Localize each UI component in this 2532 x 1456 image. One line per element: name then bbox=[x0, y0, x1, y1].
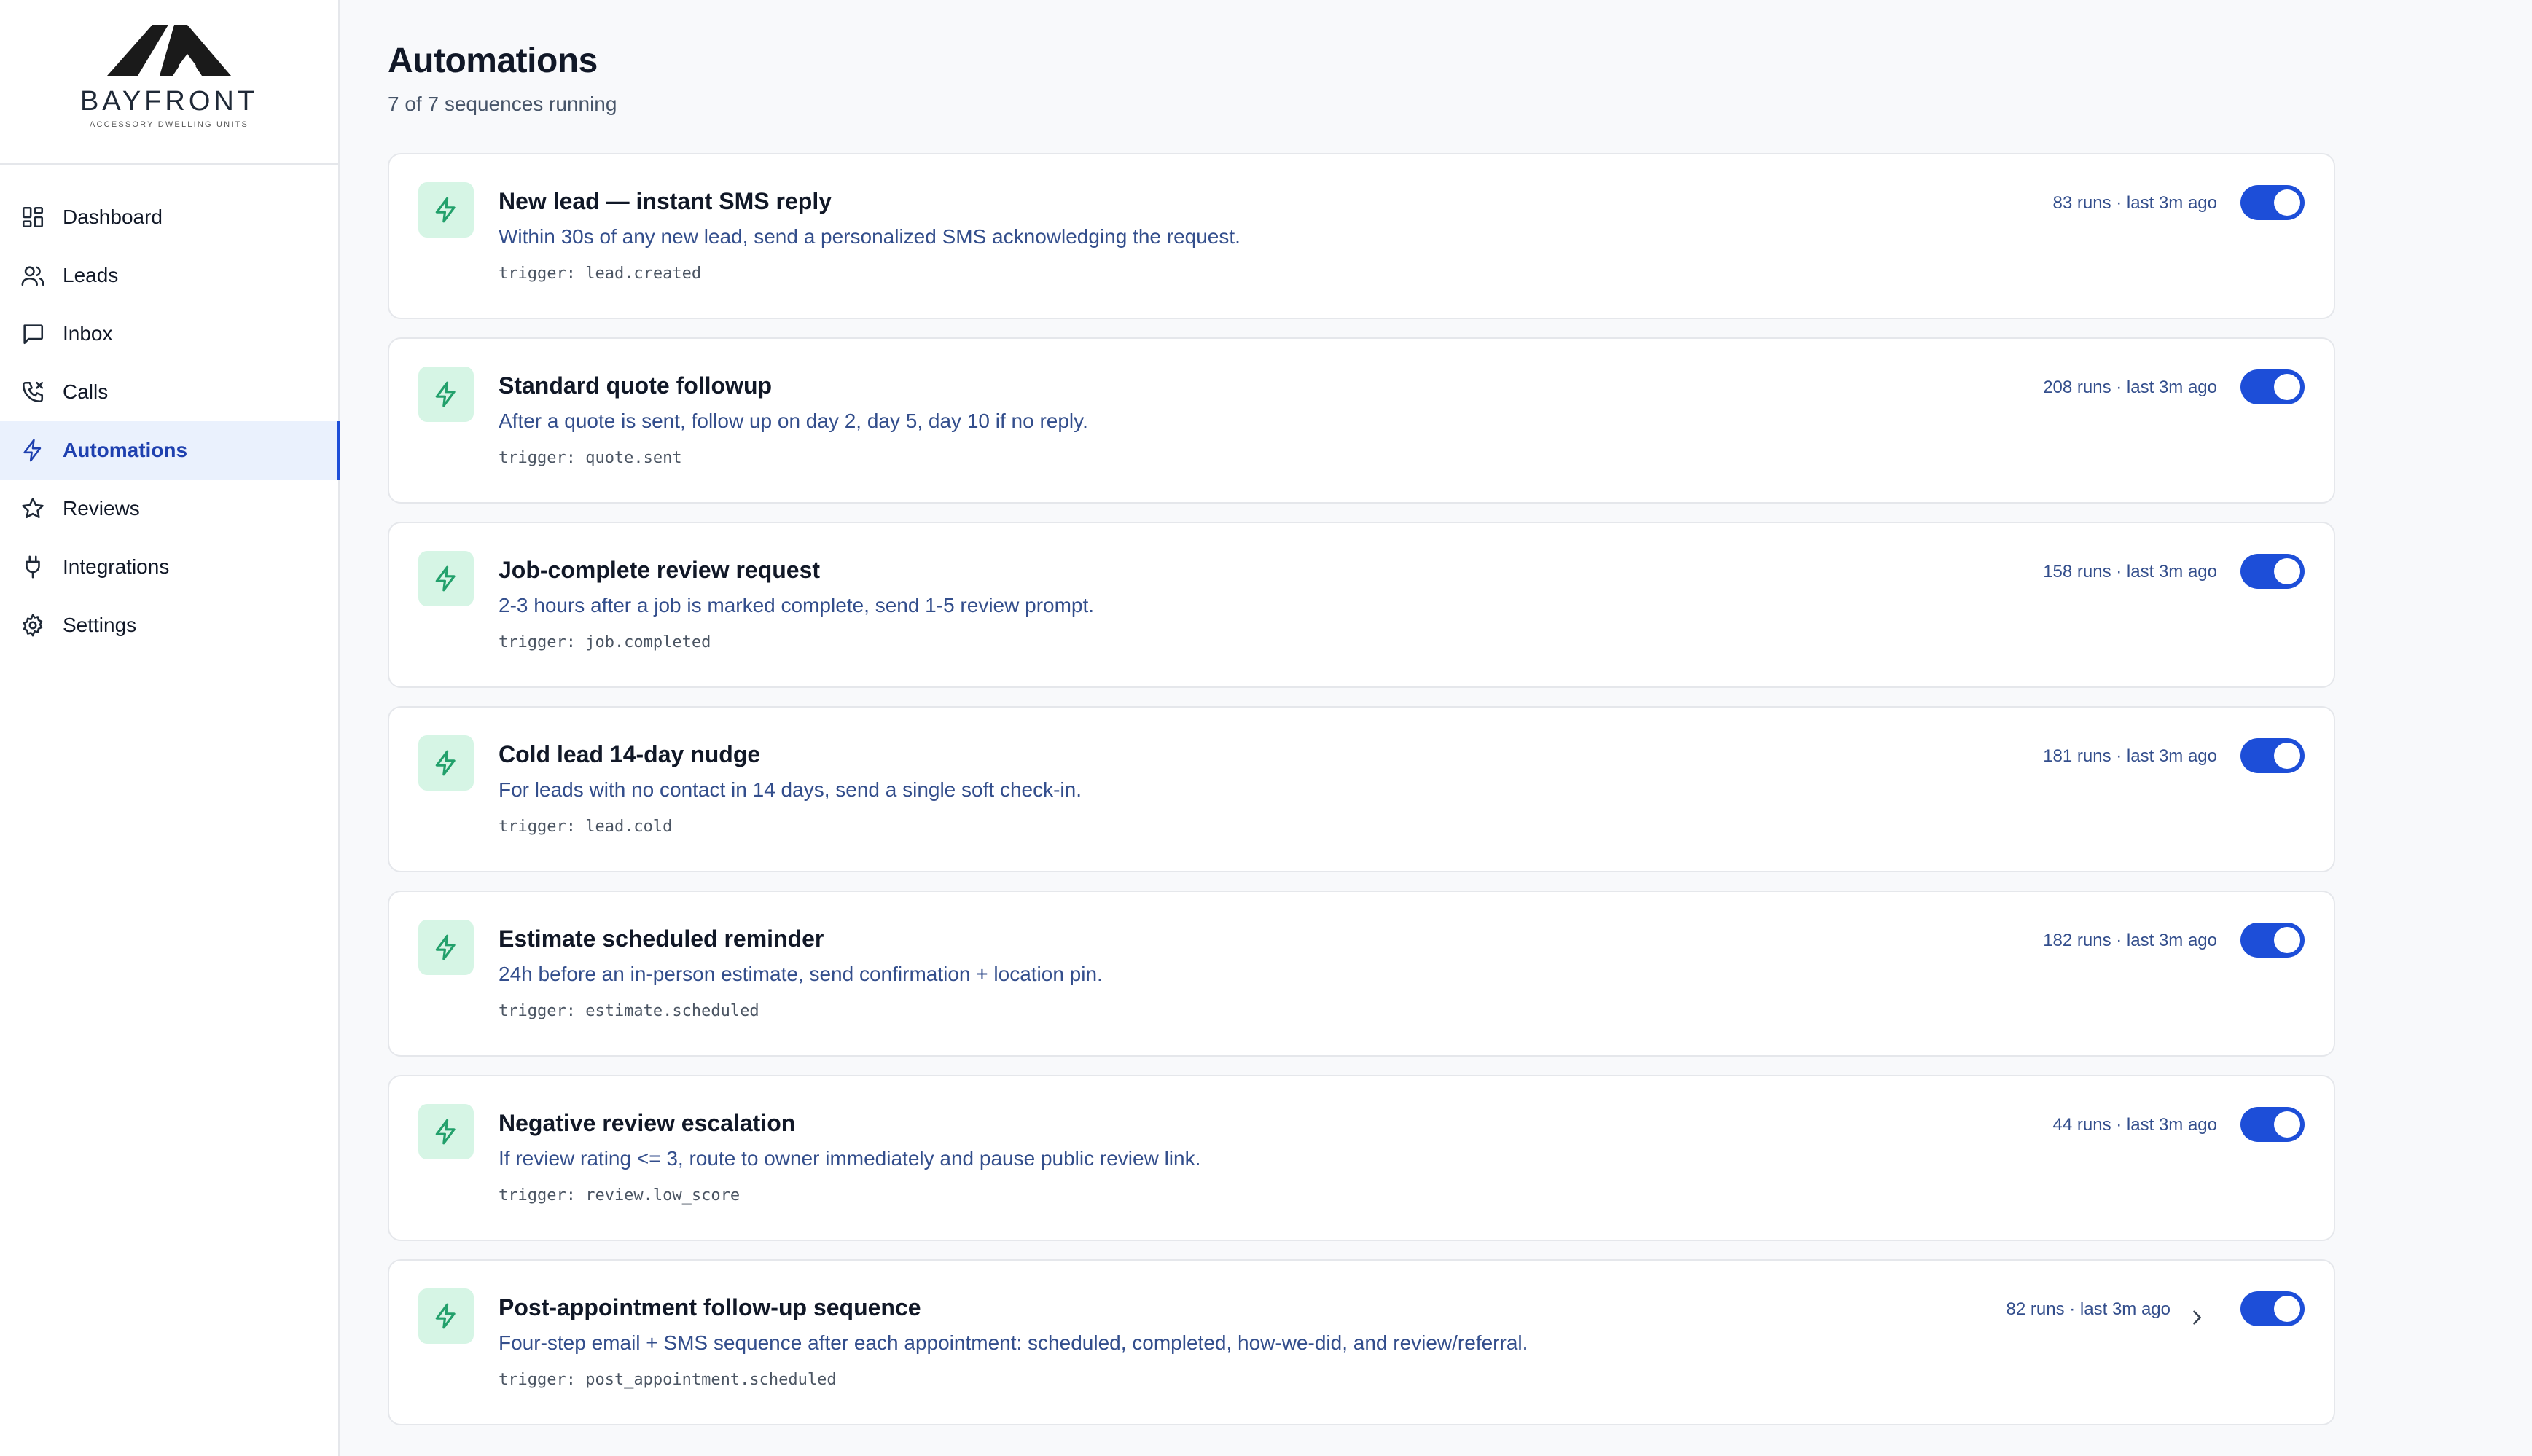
sidebar-item-label: Inbox bbox=[63, 322, 113, 345]
sidebar: BAYFRONT ACCESSORY DWELLING UNITS Dashbo… bbox=[0, 0, 340, 1456]
bolt-icon bbox=[418, 551, 474, 606]
bolt-icon bbox=[418, 920, 474, 975]
automation-enabled-toggle[interactable] bbox=[2240, 1107, 2305, 1142]
sidebar-item-label: Automations bbox=[63, 439, 188, 461]
sidebar-item-calls[interactable]: Calls bbox=[0, 363, 338, 421]
sidebar-item-leads[interactable]: Leads bbox=[0, 246, 338, 305]
automation-card[interactable]: Negative review escalation If review rat… bbox=[388, 1075, 2335, 1241]
automation-title: Cold lead 14-day nudge bbox=[499, 741, 761, 767]
grid-icon bbox=[20, 205, 45, 230]
sidebar-item-automations[interactable]: Automations bbox=[0, 421, 340, 480]
automation-card[interactable]: Estimate scheduled reminder 24h before a… bbox=[388, 891, 2335, 1057]
toggle-knob bbox=[2274, 1296, 2300, 1322]
automation-description: Within 30s of any new lead, send a perso… bbox=[499, 225, 1240, 248]
bolt-icon bbox=[418, 182, 474, 238]
users-icon bbox=[20, 263, 45, 288]
gear-icon bbox=[20, 613, 45, 638]
sidebar-item-label: Settings bbox=[63, 614, 137, 636]
toggle-knob bbox=[2274, 189, 2300, 216]
automation-description: If review rating <= 3, route to owner im… bbox=[499, 1147, 1201, 1170]
automation-run-stats: 181 runs · last 3m ago bbox=[2043, 746, 2217, 766]
sidebar-item-dashboard[interactable]: Dashboard bbox=[0, 188, 338, 246]
automation-trigger: trigger: review.low_score bbox=[499, 1186, 741, 1205]
bolt-icon bbox=[418, 735, 474, 791]
automation-trigger: trigger: job.completed bbox=[499, 633, 711, 651]
automation-description: After a quote is sent, follow up on day … bbox=[499, 410, 1088, 432]
toggle-knob bbox=[2274, 743, 2300, 769]
automation-run-stats: 182 runs · last 3m ago bbox=[2043, 931, 2217, 950]
toggle-knob bbox=[2274, 558, 2300, 584]
automation-enabled-toggle[interactable] bbox=[2240, 185, 2305, 220]
automation-run-stats: 44 runs · last 3m ago bbox=[2052, 1115, 2217, 1135]
sidebar-item-label: Reviews bbox=[63, 497, 140, 520]
automation-description: For leads with no contact in 14 days, se… bbox=[499, 778, 1082, 801]
roof-logo-icon bbox=[107, 25, 231, 76]
brand-logo-area[interactable]: BAYFRONT ACCESSORY DWELLING UNITS bbox=[0, 0, 338, 165]
automation-title: Job-complete review request bbox=[499, 557, 821, 583]
bolt-icon bbox=[418, 367, 474, 422]
sidebar-item-label: Calls bbox=[63, 380, 109, 403]
chevron-right-icon[interactable] bbox=[2184, 1304, 2210, 1331]
automation-title: Estimate scheduled reminder bbox=[499, 925, 824, 952]
sidebar-item-integrations[interactable]: Integrations bbox=[0, 538, 338, 596]
automation-description: Four-step email + SMS sequence after eac… bbox=[499, 1331, 1528, 1354]
automation-trigger: trigger: lead.created bbox=[499, 265, 702, 283]
automation-run-stats: 158 runs · last 3m ago bbox=[2043, 562, 2217, 582]
automation-title: New lead — instant SMS reply bbox=[499, 188, 832, 214]
sidebar-nav: Dashboard Leads Inbox Calls Automations … bbox=[0, 165, 340, 654]
automation-trigger: trigger: estimate.scheduled bbox=[499, 1002, 759, 1020]
automation-card[interactable]: Job-complete review request 2-3 hours af… bbox=[388, 522, 2335, 688]
toggle-knob bbox=[2274, 374, 2300, 400]
message-icon bbox=[20, 321, 45, 346]
sidebar-item-settings[interactable]: Settings bbox=[0, 596, 338, 654]
automation-card[interactable]: New lead — instant SMS reply Within 30s … bbox=[388, 153, 2335, 319]
toggle-knob bbox=[2274, 1111, 2300, 1138]
phone-icon bbox=[20, 380, 45, 404]
automation-description: 24h before an in-person estimate, send c… bbox=[499, 963, 1103, 985]
automation-card[interactable]: Standard quote followup After a quote is… bbox=[388, 337, 2335, 504]
toggle-knob bbox=[2274, 927, 2300, 953]
brand-tagline: ACCESSORY DWELLING UNITS bbox=[89, 120, 249, 129]
bolt-icon bbox=[418, 1288, 474, 1344]
automation-run-stats: 208 runs · last 3m ago bbox=[2043, 377, 2217, 397]
main-content: Automations 7 of 7 sequences running New… bbox=[388, 0, 2335, 1444]
page-title: Automations bbox=[388, 42, 598, 80]
automation-title: Negative review escalation bbox=[499, 1110, 796, 1136]
automation-enabled-toggle[interactable] bbox=[2240, 923, 2305, 958]
automation-card[interactable]: Cold lead 14-day nudge For leads with no… bbox=[388, 706, 2335, 872]
automation-title: Standard quote followup bbox=[499, 372, 773, 399]
automation-description: 2-3 hours after a job is marked complete… bbox=[499, 594, 1095, 617]
automation-enabled-toggle[interactable] bbox=[2240, 738, 2305, 773]
automation-enabled-toggle[interactable] bbox=[2240, 554, 2305, 589]
brand-tagline-row: ACCESSORY DWELLING UNITS bbox=[66, 120, 273, 129]
sidebar-item-label: Dashboard bbox=[63, 206, 163, 228]
sidebar-item-reviews[interactable]: Reviews bbox=[0, 480, 338, 538]
automation-enabled-toggle[interactable] bbox=[2240, 1291, 2305, 1326]
sidebar-item-label: Integrations bbox=[63, 555, 170, 578]
automation-list: New lead — instant SMS reply Within 30s … bbox=[388, 153, 2335, 1425]
bolt-icon bbox=[20, 438, 45, 463]
automation-trigger: trigger: post_appointment.scheduled bbox=[499, 1371, 837, 1389]
plug-icon bbox=[20, 555, 45, 579]
brand-name: BAYFRONT bbox=[79, 86, 259, 117]
sidebar-item-label: Leads bbox=[63, 264, 119, 286]
automation-enabled-toggle[interactable] bbox=[2240, 369, 2305, 404]
automation-title: Post-appointment follow-up sequence bbox=[499, 1294, 921, 1320]
page-subtitle: 7 of 7 sequences running bbox=[388, 93, 617, 115]
automation-run-stats: 82 runs · last 3m ago bbox=[2006, 1299, 2170, 1319]
automation-trigger: trigger: quote.sent bbox=[499, 449, 682, 467]
sidebar-item-inbox[interactable]: Inbox bbox=[0, 305, 338, 363]
automation-run-stats: 83 runs · last 3m ago bbox=[2052, 193, 2217, 213]
star-icon bbox=[20, 496, 45, 521]
automation-card[interactable]: Post-appointment follow-up sequence Four… bbox=[388, 1259, 2335, 1425]
bolt-icon bbox=[418, 1104, 474, 1159]
automation-trigger: trigger: lead.cold bbox=[499, 818, 673, 836]
